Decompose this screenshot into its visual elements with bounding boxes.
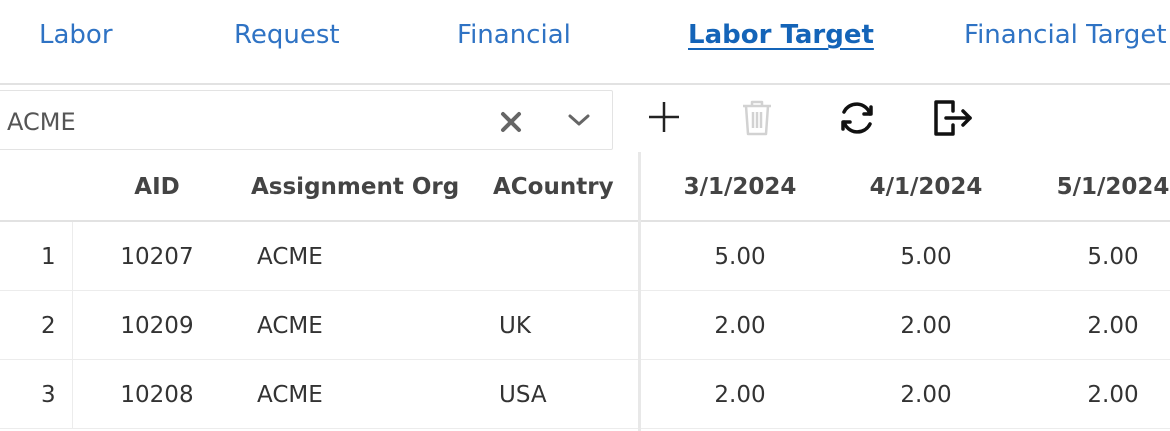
cell-aid[interactable]: 10209 [107,313,207,339]
cell-acountry[interactable]: USA [499,382,547,408]
row-number: 1 [0,222,73,290]
tab-labor[interactable]: Labor [39,20,113,50]
cell-acountry[interactable]: UK [499,313,531,339]
org-filter-combobox[interactable]: ACME [0,90,613,150]
cell-assignment-org[interactable]: ACME [257,244,323,270]
cell-date-1[interactable]: 2.00 [670,382,810,408]
plus-icon[interactable] [640,94,688,142]
org-filter-value[interactable]: ACME [7,108,76,136]
cell-aid[interactable]: 10208 [107,382,207,408]
tab-financial-target[interactable]: Financial Target [964,20,1167,50]
table-row[interactable]: 2 10209 ACME UK 2.00 2.00 2.00 [0,291,1170,360]
cell-date-1[interactable]: 2.00 [670,313,810,339]
cell-date-3[interactable]: 2.00 [1043,313,1170,339]
column-header-date-3[interactable]: 5/1/2024 [1043,174,1170,200]
cell-date-2[interactable]: 5.00 [856,244,996,270]
grid-header: AID Assignment Org ACountry 3/1/2024 4/1… [0,152,1170,222]
export-icon[interactable] [926,94,974,142]
labor-target-grid: AID Assignment Org ACountry 3/1/2024 4/1… [0,152,1170,431]
trash-icon[interactable] [733,94,781,142]
cell-date-3[interactable]: 2.00 [1043,382,1170,408]
row-number: 2 [0,291,73,359]
frozen-column-divider[interactable] [638,152,641,431]
row-number: 3 [0,360,73,428]
table-row[interactable]: 3 10208 ACME USA 2.00 2.00 2.00 [0,360,1170,429]
refresh-icon[interactable] [833,94,881,142]
tab-labor-target[interactable]: Labor Target [688,20,874,50]
column-header-assignment-org[interactable]: Assignment Org [251,174,459,200]
table-row[interactable]: 1 10207 ACME 5.00 5.00 5.00 [0,222,1170,291]
cell-assignment-org[interactable]: ACME [257,382,323,408]
column-header-date-1[interactable]: 3/1/2024 [670,174,810,200]
tab-bar: Labor Request Financial Labor Target Fin… [0,0,1170,85]
column-header-acountry[interactable]: ACountry [493,174,614,200]
column-header-date-2[interactable]: 4/1/2024 [856,174,996,200]
close-icon[interactable] [496,107,526,137]
cell-date-2[interactable]: 2.00 [856,313,996,339]
cell-date-2[interactable]: 2.00 [856,382,996,408]
tab-request[interactable]: Request [234,20,340,50]
cell-date-1[interactable]: 5.00 [670,244,810,270]
cell-date-3[interactable]: 5.00 [1043,244,1170,270]
column-header-aid[interactable]: AID [107,174,207,200]
cell-aid[interactable]: 10207 [107,244,207,270]
tab-financial[interactable]: Financial [457,20,571,50]
cell-assignment-org[interactable]: ACME [257,313,323,339]
chevron-down-icon[interactable] [564,105,594,135]
